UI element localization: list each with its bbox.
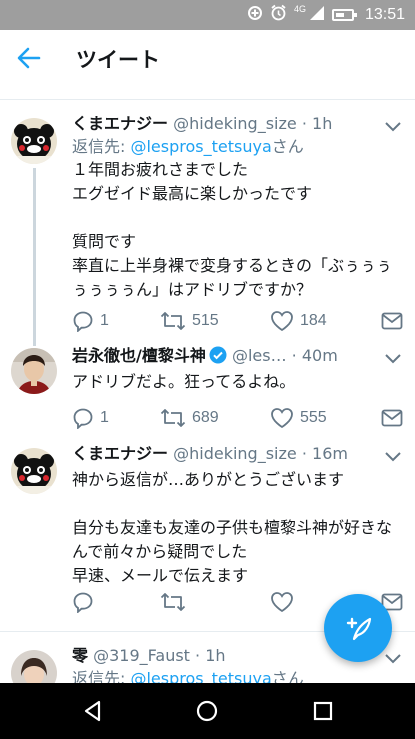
display-name[interactable]: くまエナジー	[72, 114, 168, 133]
reply-icon	[73, 311, 93, 332]
page-title: ツイート	[76, 48, 160, 72]
like-button[interactable]: 555	[270, 407, 380, 429]
alarm-icon	[270, 4, 287, 25]
thread-connector	[33, 168, 36, 346]
heart-icon	[271, 592, 293, 613]
status-bar: 4G 13:51	[0, 0, 415, 30]
timestamp: 1h	[205, 646, 226, 665]
retweet-icon	[160, 593, 186, 611]
reply-suffix: さん	[271, 137, 304, 156]
reply-icon	[73, 592, 93, 613]
nav-home-icon[interactable]	[195, 699, 219, 723]
app-bar: ツイート	[0, 30, 415, 86]
avatar[interactable]	[11, 348, 57, 394]
separator-dot: ·	[291, 346, 297, 365]
separator-dot: ·	[301, 444, 307, 463]
clock: 13:51	[364, 5, 405, 23]
compose-tweet-button[interactable]	[324, 594, 392, 662]
divider	[0, 99, 415, 100]
reply-prefix: 返信先:	[72, 137, 131, 156]
verified-badge-icon	[209, 346, 227, 364]
nav-back-icon[interactable]	[81, 699, 105, 723]
avatar[interactable]	[11, 118, 57, 164]
display-name[interactable]: くまエナジー	[72, 444, 168, 463]
heart-icon	[271, 311, 293, 332]
display-name[interactable]: 零	[72, 646, 88, 665]
retweet-icon	[160, 409, 186, 427]
chevron-down-icon[interactable]	[385, 354, 401, 364]
tweet-text: １年間お疲れさまでした エグゼイド最高に楽しかったです 質問です 率直に上半身裸…	[72, 160, 393, 299]
reply-to-link[interactable]: @lespros_tetsuya	[130, 137, 271, 156]
network-type-label: 4G	[293, 4, 306, 14]
reply-button[interactable]	[72, 591, 160, 613]
tweet-text: アドリブだよ。狂ってるよね。	[72, 372, 296, 391]
battery-icon	[331, 8, 357, 21]
share-dm-button[interactable]	[381, 312, 403, 330]
chevron-down-icon[interactable]	[385, 654, 401, 664]
compose-feather-icon	[346, 617, 372, 641]
separator-dot: ·	[195, 646, 201, 665]
tweet-actions: 1 515 184	[72, 309, 403, 333]
timestamp: 40m	[301, 346, 338, 365]
reply-button[interactable]: 1	[72, 407, 160, 429]
retweet-button[interactable]: 689	[160, 407, 270, 429]
avatar[interactable]	[11, 448, 57, 494]
display-name[interactable]: 岩永徹也/檀黎斗神	[72, 346, 206, 365]
envelope-icon	[381, 409, 403, 427]
chevron-down-icon[interactable]	[385, 122, 401, 132]
heart-icon	[271, 408, 293, 429]
separator-dot: ·	[301, 114, 307, 133]
retweet-icon	[160, 312, 186, 330]
tweet-text: 神から返信が…ありがとうございます 自分も友達も友達の子供も檀黎斗神が好きなんで…	[72, 470, 393, 585]
like-button[interactable]: 184	[270, 310, 380, 332]
tweet-actions: 1 689 555	[72, 406, 403, 430]
like-count: 555	[300, 409, 327, 426]
envelope-icon	[381, 312, 403, 330]
signal-icon	[309, 5, 325, 25]
reply-count: 1	[100, 312, 109, 329]
timestamp: 1h	[312, 114, 333, 133]
share-dm-button[interactable]	[381, 409, 403, 427]
timestamp: 16m	[312, 444, 348, 463]
reply-count: 1	[100, 409, 109, 426]
chevron-down-icon[interactable]	[385, 452, 401, 462]
like-count: 184	[300, 312, 327, 329]
retweet-button[interactable]: 515	[160, 310, 270, 332]
retweet-count: 515	[192, 312, 219, 329]
reply-button[interactable]: 1	[72, 310, 160, 332]
nav-recents-icon[interactable]	[311, 699, 335, 723]
system-navigation-bar	[0, 683, 415, 739]
retweet-button[interactable]	[160, 591, 270, 613]
user-handle[interactable]: @319_Faust	[93, 646, 190, 665]
back-arrow-icon[interactable]	[16, 45, 42, 71]
reply-context: 返信先: @lespros_tetsuyaさん	[72, 136, 405, 158]
data-saver-icon	[247, 5, 263, 25]
retweet-count: 689	[192, 409, 219, 426]
user-handle[interactable]: @hideking_size	[173, 114, 297, 133]
user-handle[interactable]: @les…	[232, 346, 287, 365]
reply-icon	[73, 408, 93, 429]
user-handle[interactable]: @hideking_size	[173, 444, 297, 463]
